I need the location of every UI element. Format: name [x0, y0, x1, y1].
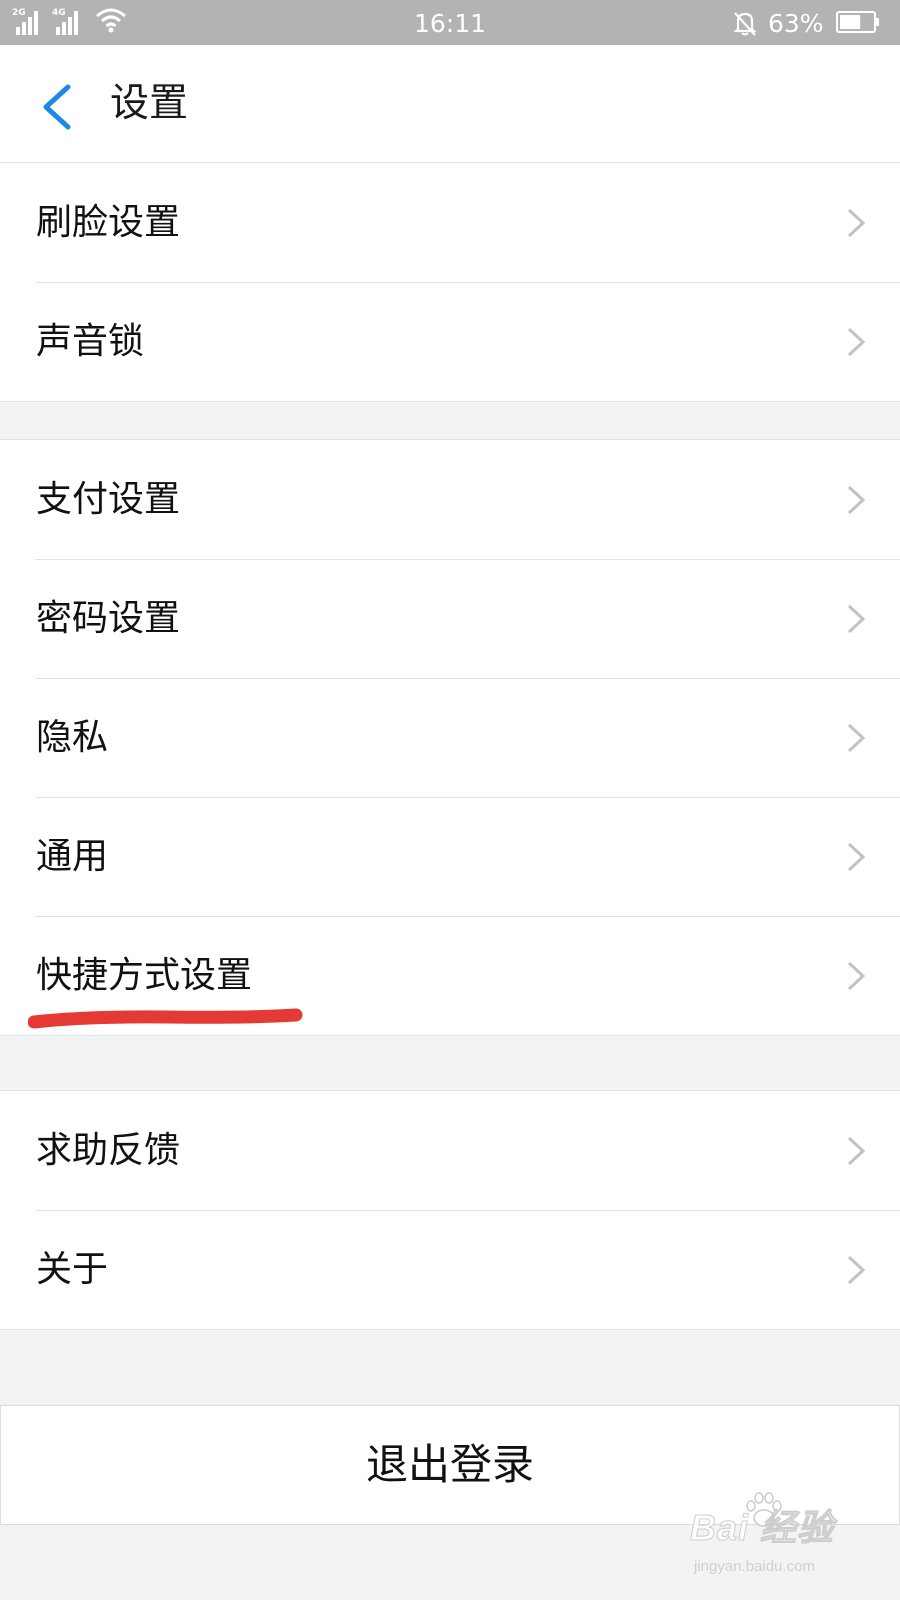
watermark: Bai 经验 jingyan.baidu.com	[676, 1488, 886, 1588]
list-item-label: 通用	[36, 836, 109, 877]
chevron-right-icon	[847, 961, 866, 991]
list-item-face-settings[interactable]: 刷脸设置	[0, 163, 900, 282]
settings-group-support: 求助反馈 关于	[0, 1090, 900, 1330]
chevron-right-icon	[847, 1255, 866, 1285]
list-item-label: 求助反馈	[36, 1130, 181, 1171]
list-item-privacy[interactable]: 隐私	[0, 678, 900, 797]
chevron-right-icon	[847, 604, 866, 634]
list-item-label: 刷脸设置	[36, 202, 181, 243]
chevron-right-icon	[847, 327, 866, 357]
list-item-general[interactable]: 通用	[0, 797, 900, 916]
chevron-right-icon	[847, 723, 866, 753]
list-item-about[interactable]: 关于	[0, 1210, 900, 1329]
chevron-right-icon	[847, 1136, 866, 1166]
list-item-payment-settings[interactable]: 支付设置	[0, 440, 900, 559]
bell-muted-icon	[733, 12, 757, 36]
chevron-right-icon	[847, 485, 866, 515]
back-button[interactable]	[22, 67, 92, 137]
list-item-label: 隐私	[36, 717, 109, 758]
top-bar: 设置	[0, 45, 900, 163]
chevron-right-icon	[847, 842, 866, 872]
list-item-label: 关于	[36, 1249, 109, 1290]
list-item-label: 支付设置	[36, 479, 181, 520]
chevron-left-icon	[43, 84, 71, 130]
list-item-voice-lock[interactable]: 声音锁	[0, 282, 900, 401]
list-item-help-feedback[interactable]: 求助反馈	[0, 1091, 900, 1210]
settings-group-security: 刷脸设置 声音锁	[0, 163, 900, 402]
list-item-label: 声音锁	[36, 321, 145, 362]
battery-icon	[836, 11, 879, 33]
page-title: 设置	[110, 81, 189, 126]
chevron-right-icon	[847, 208, 866, 238]
status-bar: 2G 4G 16:11 63%	[0, 0, 900, 45]
settings-group-general: 支付设置 密码设置 隐私 通用 快捷方式设置	[0, 439, 900, 1036]
list-item-password-settings[interactable]: 密码设置	[0, 559, 900, 678]
battery-percent: 63%	[768, 9, 824, 38]
highlight-underline	[28, 1008, 303, 1029]
clock: 16:11	[413, 9, 487, 38]
watermark-url: jingyan.baidu.com	[694, 1558, 815, 1575]
list-item-label: 密码设置	[36, 598, 181, 639]
watermark-text: Bai 经验	[689, 1507, 835, 1548]
